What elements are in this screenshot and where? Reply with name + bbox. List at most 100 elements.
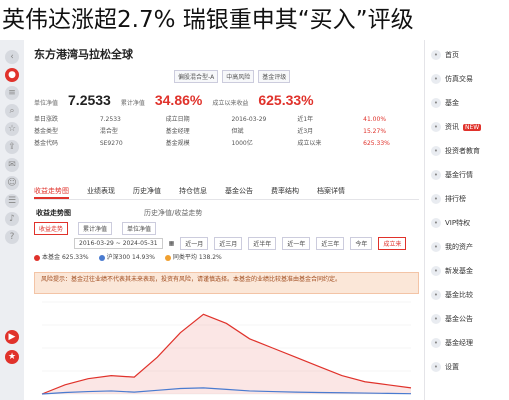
side-menu-item[interactable]: • 新发基金 <box>431 266 473 276</box>
side-menu-label: 设置 <box>445 363 459 371</box>
nav-value: 7.2533 <box>68 92 111 108</box>
search-icon[interactable]: ⌕ <box>5 104 19 118</box>
home-icon: • <box>431 50 441 60</box>
side-menu-item[interactable]: • 基金比较 <box>431 290 473 300</box>
stats-grid: 单日涨跌 7.2533 成立日期 2016-03-29 近1年 41.00% 基… <box>34 114 419 150</box>
period-button[interactable]: 近三年 <box>316 237 345 250</box>
stat-value: 2016-03-29 <box>231 116 267 123</box>
stat-label: 基金代码 <box>34 140 59 147</box>
stat-label: 近3月 <box>297 128 314 135</box>
share-icon[interactable]: ⇪ <box>5 140 19 154</box>
period-button[interactable]: 今年 <box>350 237 373 250</box>
stat-value: 41.00% <box>363 116 387 123</box>
series-area <box>42 314 411 394</box>
side-menu-item[interactable]: • 基金经理 <box>431 338 473 348</box>
live-icon[interactable]: ▶ <box>5 330 19 344</box>
period-button[interactable]: 成立来 <box>378 237 407 250</box>
stat-label: 近1年 <box>297 116 314 123</box>
legend-item[interactable]: 同类平均 138.2% <box>164 252 222 261</box>
side-menu-item[interactable]: • 投资者教育 <box>431 146 480 156</box>
cum-value: 34.86% <box>154 92 203 108</box>
tab-history[interactable]: 历史净值 <box>133 183 161 199</box>
side-menu-badge: NEW <box>463 123 482 131</box>
star-icon[interactable]: ☆ <box>5 122 19 136</box>
stats-row: 基金代码 SE9270 基金规模 1000亿 成立以来 625.33% <box>34 138 419 150</box>
stat-label: 基金规模 <box>165 140 190 147</box>
filter-nav[interactable]: 单位净值 <box>122 222 157 235</box>
side-menu-label: VIP特权 <box>445 219 471 227</box>
compare-icon: • <box>431 290 441 300</box>
left-rail: ‹ ● ≡ ⌕ ☆ ⇪ ✉ ☺ ☰ ♪ ? ▶ ★ <box>0 40 25 400</box>
tag[interactable]: 基金评级 <box>258 70 291 83</box>
help-icon[interactable]: ? <box>5 230 19 244</box>
cum-label: 累计净值 <box>120 100 145 107</box>
period-button[interactable]: 近半年 <box>248 237 277 250</box>
side-menu-item[interactable]: • 我的资产 <box>431 242 473 252</box>
stat-value: 但斌 <box>231 128 244 135</box>
date-range[interactable]: 2016-03-29 ~ 2024-05-31 <box>74 238 163 249</box>
fund-title: 东方港湾马拉松全球 <box>34 49 133 61</box>
side-menu-item[interactable]: • 仿真交易 <box>431 74 473 84</box>
menu-icon[interactable]: ≡ <box>5 86 19 100</box>
new-icon: • <box>431 266 441 276</box>
period-button[interactable]: 近三月 <box>214 237 243 250</box>
side-menu-label: 基金公告 <box>445 315 473 323</box>
tab-returns[interactable]: 收益走势图 <box>34 183 69 199</box>
period-button[interactable]: 近一月 <box>180 237 209 250</box>
hot-icon[interactable]: ★ <box>5 350 19 364</box>
tab-holdings[interactable]: 持仓信息 <box>179 183 207 199</box>
bell-icon[interactable]: ♪ <box>5 212 19 226</box>
manager-icon: • <box>431 338 441 348</box>
stat-label: 基金类型 <box>34 128 59 135</box>
legend-item[interactable]: 本基金 625.33% <box>34 252 89 261</box>
section-title: 收益走势图 <box>36 209 71 217</box>
tag[interactable]: 中高风险 <box>222 70 255 83</box>
side-menu-label: 我的资产 <box>445 243 473 251</box>
tag[interactable]: 偏股混合型-A <box>174 70 219 83</box>
list-icon[interactable]: ☰ <box>5 194 19 208</box>
side-menu-label: 首页 <box>445 51 459 59</box>
tab-announcements[interactable]: 基金公告 <box>225 183 253 199</box>
legend-item[interactable]: 沪深300 14.93% <box>98 252 155 261</box>
side-menu-label: 基金行情 <box>445 171 473 179</box>
side-menu-item[interactable]: • 基金 <box>431 98 459 108</box>
legend-value: 138.2% <box>198 254 222 261</box>
news-icon: • <box>431 122 441 132</box>
stat-label: 基金经理 <box>165 128 190 135</box>
side-menu-item[interactable]: • 排行榜 <box>431 194 466 204</box>
tab-fees[interactable]: 费率结构 <box>271 183 299 199</box>
legend-value: 14.93% <box>132 254 155 261</box>
stats-row: 单日涨跌 7.2533 成立日期 2016-03-29 近1年 41.00% <box>34 114 419 126</box>
side-menu-item[interactable]: • 首页 <box>431 50 459 60</box>
stat-label: 成立以来 <box>297 140 322 147</box>
screenshot-area: ‹ ● ≡ ⌕ ☆ ⇪ ✉ ☺ ☰ ♪ ? ▶ ★ 东方港湾马拉松全球 偏股混合… <box>0 40 509 400</box>
returns-chart <box>41 301 412 395</box>
legend-value: 625.33% <box>61 254 89 261</box>
return-label: 成立以来收益 <box>212 100 249 107</box>
stats-row: 基金类型 混合型 基金经理 但斌 近3月 15.27% <box>34 126 419 138</box>
side-menu-item[interactable]: • 基金公告 <box>431 314 473 324</box>
app-icon[interactable]: ● <box>5 68 19 82</box>
rank-icon: • <box>431 194 441 204</box>
side-menu-label: 基金比较 <box>445 291 473 299</box>
filter-row: 收益走势 累计净值 单位净值 <box>34 222 157 235</box>
side-menu-item[interactable]: • 资讯 NEW <box>431 122 482 132</box>
side-menu-label: 仿真交易 <box>445 75 473 83</box>
side-menu-item[interactable]: • 基金行情 <box>431 170 473 180</box>
filter-returns[interactable]: 收益走势 <box>34 222 69 235</box>
back-icon[interactable]: ‹ <box>5 50 19 64</box>
user-icon[interactable]: ☺ <box>5 176 19 190</box>
stat-value: 1000亿 <box>231 140 253 147</box>
calendar-icon[interactable]: ▦ <box>169 240 175 247</box>
gear-icon: • <box>431 362 441 372</box>
filter-cum[interactable]: 累计净值 <box>78 222 113 235</box>
side-menu-item[interactable]: • VIP特权 <box>431 218 470 228</box>
chat-icon[interactable]: ✉ <box>5 158 19 172</box>
stat-value: 15.27% <box>363 128 387 135</box>
legend-label: 沪深300 <box>106 254 131 261</box>
tab-profile[interactable]: 档案详情 <box>317 183 345 199</box>
period-button[interactable]: 近一年 <box>282 237 311 250</box>
side-menu-item[interactable]: • 设置 <box>431 362 459 372</box>
side-menu-label: 排行榜 <box>445 195 466 203</box>
tab-performance[interactable]: 业绩表现 <box>87 183 115 199</box>
